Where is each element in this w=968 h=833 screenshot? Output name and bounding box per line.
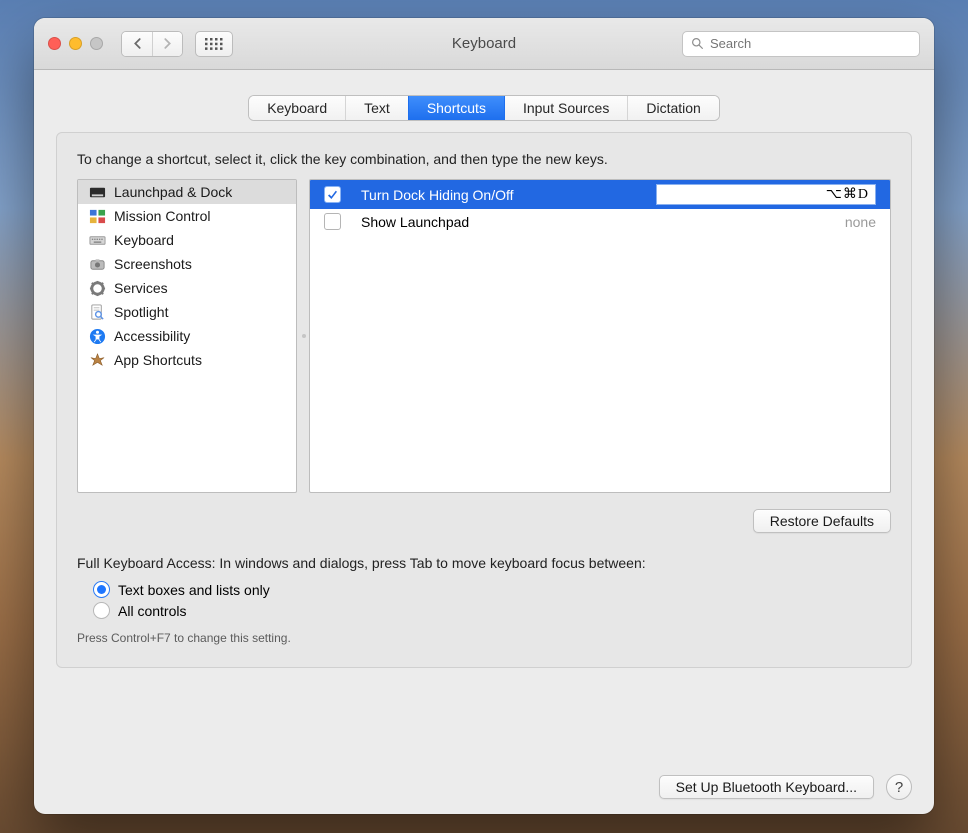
category-app-shortcuts[interactable]: App Shortcuts — [78, 348, 296, 372]
shortcut-key-none: none — [845, 214, 876, 230]
back-button[interactable] — [122, 32, 152, 56]
shortcut-label: Show Launchpad — [353, 214, 833, 230]
category-screenshots[interactable]: Screenshots — [78, 252, 296, 276]
category-accessibility[interactable]: Accessibility — [78, 324, 296, 348]
fka-option-textboxes[interactable]: Text boxes and lists only — [77, 579, 891, 600]
category-list[interactable]: Launchpad & Dock Mission Control Keyboar… — [77, 179, 297, 493]
tab-keyboard[interactable]: Keyboard — [249, 96, 345, 120]
search-input[interactable] — [710, 36, 911, 51]
category-launchpad-dock[interactable]: Launchpad & Dock — [78, 180, 296, 204]
spotlight-icon — [88, 303, 106, 321]
show-all-button[interactable] — [195, 31, 233, 57]
category-services[interactable]: Services — [78, 276, 296, 300]
category-label: Spotlight — [114, 304, 168, 320]
radio-button[interactable] — [93, 581, 110, 598]
split-view: Launchpad & Dock Mission Control Keyboar… — [77, 179, 891, 493]
split-handle[interactable] — [300, 325, 308, 347]
search-icon — [691, 37, 704, 50]
category-label: App Shortcuts — [114, 352, 202, 368]
tab-bar: Keyboard Text Shortcuts Input Sources Di… — [249, 96, 719, 120]
category-label: Accessibility — [114, 328, 190, 344]
shortcut-checkbox[interactable] — [324, 213, 341, 230]
category-label: Screenshots — [114, 256, 192, 272]
tab-shortcuts[interactable]: Shortcuts — [408, 96, 504, 120]
traffic-lights — [48, 37, 103, 50]
grid-icon — [205, 38, 223, 50]
restore-defaults-button[interactable]: Restore Defaults — [753, 509, 891, 533]
category-label: Services — [114, 280, 168, 296]
category-keyboard[interactable]: Keyboard — [78, 228, 296, 252]
shortcut-row-show-launchpad[interactable]: Show Launchpad none — [310, 209, 890, 234]
services-icon — [88, 279, 106, 297]
shortcut-checkbox[interactable] — [324, 186, 341, 203]
chevron-left-icon — [132, 38, 143, 49]
category-label: Mission Control — [114, 208, 210, 224]
nav-back-forward — [121, 31, 183, 57]
bluetooth-keyboard-button[interactable]: Set Up Bluetooth Keyboard... — [659, 775, 874, 799]
radio-button[interactable] — [93, 602, 110, 619]
launchpad-icon — [88, 183, 106, 201]
titlebar: Keyboard — [34, 18, 934, 70]
keyboard-icon — [88, 231, 106, 249]
shortcut-label: Turn Dock Hiding On/Off — [353, 187, 644, 203]
window-title: Keyboard — [452, 35, 516, 52]
shortcut-row-dock-hiding[interactable]: Turn Dock Hiding On/Off ⌥⌘D — [310, 180, 890, 209]
radio-label: Text boxes and lists only — [118, 582, 270, 598]
category-spotlight[interactable]: Spotlight — [78, 300, 296, 324]
fka-hint: Press Control+F7 to change this setting. — [77, 631, 891, 645]
fka-header: Full Keyboard Access: In windows and dia… — [77, 555, 891, 571]
help-button[interactable]: ? — [886, 774, 912, 800]
zoom-window-button[interactable] — [90, 37, 103, 50]
search-field[interactable] — [682, 31, 920, 57]
full-keyboard-access: Full Keyboard Access: In windows and dia… — [77, 555, 891, 645]
radio-label: All controls — [118, 603, 186, 619]
app-shortcuts-icon — [88, 351, 106, 369]
tab-text[interactable]: Text — [345, 96, 408, 120]
mission-control-icon — [88, 207, 106, 225]
category-mission-control[interactable]: Mission Control — [78, 204, 296, 228]
shortcuts-panel: To change a shortcut, select it, click t… — [56, 132, 912, 668]
category-label: Launchpad & Dock — [114, 184, 232, 200]
content: Keyboard Text Shortcuts Input Sources Di… — [34, 70, 934, 814]
category-label: Keyboard — [114, 232, 174, 248]
forward-button[interactable] — [152, 32, 182, 56]
footer: Set Up Bluetooth Keyboard... ? — [34, 760, 934, 800]
screenshots-icon — [88, 255, 106, 273]
minimize-window-button[interactable] — [69, 37, 82, 50]
shortcut-key-field[interactable]: ⌥⌘D — [656, 184, 876, 205]
tab-input-sources[interactable]: Input Sources — [504, 96, 627, 120]
instruction-text: To change a shortcut, select it, click t… — [77, 151, 891, 167]
accessibility-icon — [88, 327, 106, 345]
shortcut-list[interactable]: Turn Dock Hiding On/Off ⌥⌘D Show Launchp… — [309, 179, 891, 493]
tab-dictation[interactable]: Dictation — [627, 96, 718, 120]
chevron-right-icon — [162, 38, 173, 49]
fka-option-all-controls[interactable]: All controls — [77, 600, 891, 621]
close-window-button[interactable] — [48, 37, 61, 50]
preferences-window: Keyboard Keyboard Text Shortcuts Input S… — [34, 18, 934, 814]
